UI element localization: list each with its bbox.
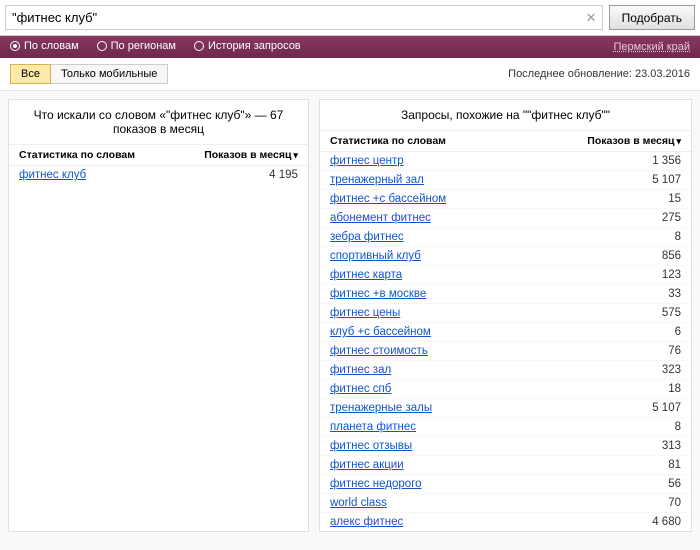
table-row: фитнес клуб 4 195	[9, 166, 308, 184]
shows-value: 81	[668, 459, 681, 471]
last-update: Последнее обновление: 23.03.2016	[508, 68, 690, 80]
shows-value: 76	[668, 345, 681, 357]
search-input[interactable]	[6, 6, 602, 29]
shows-value: 275	[662, 212, 681, 224]
keyword-link[interactable]: фитнес +в москве	[330, 288, 426, 300]
panel-right-title: Запросы, похожие на ""фитнес клуб""	[320, 100, 691, 131]
table-row: фитнес зал 323	[320, 361, 691, 380]
shows-value: 6	[675, 326, 681, 338]
keyword-link[interactable]: тренажерный зал	[330, 174, 424, 186]
keyword-link[interactable]: фитнес клуб	[19, 169, 86, 181]
table-row: фитнес спб 18	[320, 380, 691, 399]
tab-label: По регионам	[111, 40, 176, 52]
keyword-link[interactable]: фитнес акции	[330, 459, 404, 471]
shows-value: 313	[662, 440, 681, 452]
table-row: фитнес акции 81	[320, 456, 691, 475]
segment-all[interactable]: Все	[10, 64, 51, 84]
tab-0[interactable]: По словам	[10, 40, 79, 52]
shows-value: 4 680	[652, 516, 681, 528]
shows-value: 575	[662, 307, 681, 319]
table-row: планета фитнес 8	[320, 418, 691, 437]
clear-icon[interactable]: ✕	[586, 10, 597, 26]
table-row: фитнес недорого 56	[320, 475, 691, 494]
shows-value: 856	[662, 250, 681, 262]
shows-value: 8	[675, 231, 681, 243]
sub-bar: Все Только мобильные Последнее обновлени…	[0, 58, 700, 91]
keyword-link[interactable]: абонемент фитнес	[330, 212, 431, 224]
table-header: Статистика по словам Показов в месяц▾	[320, 131, 691, 152]
keyword-link[interactable]: фитнес зал	[330, 364, 391, 376]
tab-1[interactable]: По регионам	[97, 40, 176, 52]
keyword-link[interactable]: фитнес цены	[330, 307, 400, 319]
table-row: зебра фитнес 8	[320, 228, 691, 247]
keyword-link[interactable]: фитнес центр	[330, 155, 404, 167]
table-row: фитнес цены 575	[320, 304, 691, 323]
keyword-link[interactable]: фитнес +с бассейном	[330, 193, 446, 205]
radio-icon	[10, 41, 20, 51]
table-header: Статистика по словам Показов в месяц▾	[9, 145, 308, 166]
shows-value: 8	[675, 421, 681, 433]
panel-left-title: Что искали со словом «"фитнес клуб"» — 6…	[9, 100, 308, 145]
tab-2[interactable]: История запросов	[194, 40, 301, 52]
shows-value: 323	[662, 364, 681, 376]
keyword-link[interactable]: тренажерные залы	[330, 402, 432, 414]
keyword-link[interactable]: спортивный клуб	[330, 250, 421, 262]
shows-value: 5 107	[652, 402, 681, 414]
table-row: тренажерные залы 5 107	[320, 399, 691, 418]
shows-value: 123	[662, 269, 681, 281]
table-row: фитнес +с бассейном 15	[320, 190, 691, 209]
table-row: фитнес карта 123	[320, 266, 691, 285]
shows-value: 18	[668, 383, 681, 395]
shows-value: 4 195	[269, 169, 298, 181]
sort-icon: ▾	[676, 136, 681, 146]
table-row: фитнес +в москве 33	[320, 285, 691, 304]
keyword-link[interactable]: фитнес стоимость	[330, 345, 428, 357]
col-shows[interactable]: Показов в месяц▾	[204, 149, 298, 161]
panel-left: Что искали со словом «"фитнес клуб"» — 6…	[8, 99, 309, 532]
shows-value: 15	[668, 193, 681, 205]
keyword-link[interactable]: фитнес отзывы	[330, 440, 412, 452]
col-shows[interactable]: Показов в месяц▾	[587, 135, 681, 147]
tab-label: История запросов	[208, 40, 301, 52]
table-row: фитнес центр 1 356	[320, 152, 691, 171]
keyword-link[interactable]: фитнес карта	[330, 269, 402, 281]
table-row: фитнес стоимость 76	[320, 342, 691, 361]
keyword-link[interactable]: фитнес недорого	[330, 478, 422, 490]
sort-icon: ▾	[293, 150, 298, 160]
table-row: спортивный клуб 856	[320, 247, 691, 266]
radio-icon	[97, 41, 107, 51]
shows-value: 33	[668, 288, 681, 300]
col-stat: Статистика по словам	[330, 135, 446, 147]
shows-value: 56	[668, 478, 681, 490]
tabs-bar: По словам По регионам История запросов Пер…	[0, 36, 700, 58]
search-input-wrap: ✕	[5, 5, 603, 30]
keyword-link[interactable]: world class	[330, 497, 387, 509]
shows-value: 1 356	[652, 155, 681, 167]
content: Что искали со словом «"фитнес клуб"» — 6…	[0, 91, 700, 540]
table-row: клуб +с бассейном 6	[320, 323, 691, 342]
keyword-link[interactable]: фитнес спб	[330, 383, 391, 395]
keyword-link[interactable]: клуб +с бассейном	[330, 326, 431, 338]
keyword-link[interactable]: планета фитнес	[330, 421, 416, 433]
keyword-link[interactable]: зебра фитнес	[330, 231, 404, 243]
table-row: тренажерный зал 5 107	[320, 171, 691, 190]
keyword-link[interactable]: алекс фитнес	[330, 516, 403, 528]
table-row: фитнес отзывы 313	[320, 437, 691, 456]
segment-mobile[interactable]: Только мобильные	[51, 64, 168, 84]
table-row: world class 70	[320, 494, 691, 513]
col-stat: Статистика по словам	[19, 149, 135, 161]
tab-label: По словам	[24, 40, 79, 52]
table-row: абонемент фитнес 275	[320, 209, 691, 228]
shows-value: 70	[668, 497, 681, 509]
search-bar: ✕ Подобрать	[0, 0, 700, 36]
region-link[interactable]: Пермский край	[613, 41, 690, 53]
table-row: алекс фитнес 4 680	[320, 513, 691, 531]
search-button[interactable]: Подобрать	[609, 5, 695, 30]
shows-value: 5 107	[652, 174, 681, 186]
panel-right: Запросы, похожие на ""фитнес клуб"" Стат…	[319, 99, 692, 532]
radio-icon	[194, 41, 204, 51]
